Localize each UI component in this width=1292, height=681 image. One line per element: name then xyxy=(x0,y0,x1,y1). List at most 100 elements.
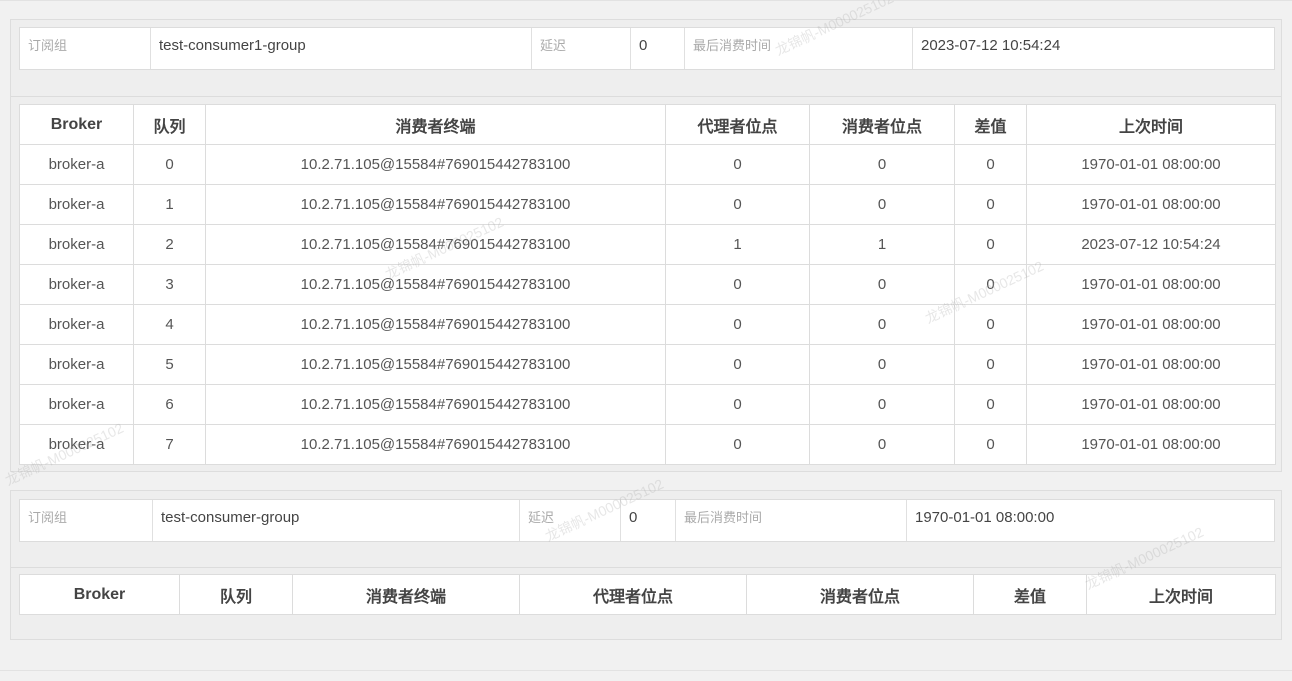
table-row: broker-a 6 10.2.71.105@15584#76901544278… xyxy=(19,384,1276,425)
delay-label: 延迟 xyxy=(532,28,631,69)
cell-client: 10.2.71.105@15584#769015442783100 xyxy=(205,144,666,185)
cell-queue: 3 xyxy=(133,264,206,305)
delay-label: 延迟 xyxy=(520,500,621,541)
last-consume-label: 最后消费时间 xyxy=(676,500,907,541)
table-row: broker-a 0 10.2.71.105@15584#76901544278… xyxy=(19,144,1276,185)
delay-value: 0 xyxy=(621,500,676,541)
cell-queue: 7 xyxy=(133,424,206,465)
cell-last-time: 1970-01-01 08:00:00 xyxy=(1026,344,1276,385)
col-header-client: 消费者终端 xyxy=(205,104,666,145)
cell-client: 10.2.71.105@15584#769015442783100 xyxy=(205,424,666,465)
section-divider xyxy=(11,96,1281,97)
cell-last-time: 1970-01-01 08:00:00 xyxy=(1026,304,1276,345)
cell-consumer-offset: 0 xyxy=(809,184,955,225)
cell-broker: broker-a xyxy=(19,344,134,385)
cell-broker: broker-a xyxy=(19,304,134,345)
col-header-queue: 队列 xyxy=(179,574,293,615)
table-row: broker-a 5 10.2.71.105@15584#76901544278… xyxy=(19,344,1276,385)
col-header-broker: Broker xyxy=(19,104,134,145)
col-header-broker-offset: 代理者位点 xyxy=(665,104,810,145)
cell-client: 10.2.71.105@15584#769015442783100 xyxy=(205,344,666,385)
cell-queue: 2 xyxy=(133,224,206,265)
table-header-row: Broker 队列 消费者终端 代理者位点 消费者位点 差值 上次时间 xyxy=(19,104,1276,145)
cell-consumer-offset: 0 xyxy=(809,304,955,345)
group-name-value: test-consumer-group xyxy=(153,500,520,541)
cell-last-time: 1970-01-01 08:00:00 xyxy=(1026,184,1276,225)
table-row: broker-a 4 10.2.71.105@15584#76901544278… xyxy=(19,304,1276,345)
cell-broker-offset: 0 xyxy=(665,344,810,385)
group-info-bar: 订阅组 test-consumer1-group 延迟 0 最后消费时间 202… xyxy=(19,27,1275,70)
cell-broker: broker-a xyxy=(19,184,134,225)
cell-broker-offset: 0 xyxy=(665,384,810,425)
table-row: broker-a 2 10.2.71.105@15584#76901544278… xyxy=(19,224,1276,265)
table-header-row: Broker 队列 消费者终端 代理者位点 消费者位点 差值 上次时间 xyxy=(19,574,1276,615)
cell-diff: 0 xyxy=(954,224,1027,265)
table-row: broker-a 3 10.2.71.105@15584#76901544278… xyxy=(19,264,1276,305)
cell-broker: broker-a xyxy=(19,424,134,465)
cell-consumer-offset: 0 xyxy=(809,144,955,185)
cell-broker-offset: 0 xyxy=(665,144,810,185)
cell-client: 10.2.71.105@15584#769015442783100 xyxy=(205,224,666,265)
cell-queue: 4 xyxy=(133,304,206,345)
cell-last-time: 1970-01-01 08:00:00 xyxy=(1026,264,1276,305)
queue-table: Broker 队列 消费者终端 代理者位点 消费者位点 差值 上次时间 brok… xyxy=(19,104,1276,465)
cell-consumer-offset: 0 xyxy=(809,384,955,425)
table-row: broker-a 1 10.2.71.105@15584#76901544278… xyxy=(19,184,1276,225)
col-header-consumer-offset: 消费者位点 xyxy=(746,574,974,615)
cell-diff: 0 xyxy=(954,264,1027,305)
cell-queue: 5 xyxy=(133,344,206,385)
delay-value: 0 xyxy=(631,28,685,69)
last-consume-label: 最后消费时间 xyxy=(685,28,913,69)
cell-diff: 0 xyxy=(954,144,1027,185)
cell-last-time: 1970-01-01 08:00:00 xyxy=(1026,424,1276,465)
col-header-last-time: 上次时间 xyxy=(1026,104,1276,145)
cell-last-time: 1970-01-01 08:00:00 xyxy=(1026,144,1276,185)
bottom-divider xyxy=(0,670,1292,671)
cell-diff: 0 xyxy=(954,344,1027,385)
cell-last-time: 1970-01-01 08:00:00 xyxy=(1026,384,1276,425)
cell-queue: 0 xyxy=(133,144,206,185)
cell-broker: broker-a xyxy=(19,144,134,185)
top-divider xyxy=(0,0,1292,1)
cell-broker-offset: 0 xyxy=(665,184,810,225)
last-consume-value: 2023-07-12 10:54:24 xyxy=(921,37,1061,54)
table-row: broker-a 7 10.2.71.105@15584#76901544278… xyxy=(19,424,1276,465)
col-header-broker-offset: 代理者位点 xyxy=(519,574,747,615)
cell-client: 10.2.71.105@15584#769015442783100 xyxy=(205,264,666,305)
cell-broker: broker-a xyxy=(19,384,134,425)
cell-diff: 0 xyxy=(954,184,1027,225)
cell-client: 10.2.71.105@15584#769015442783100 xyxy=(205,184,666,225)
consumer-group-panel: 订阅组 test-consumer-group 延迟 0 最后消费时间 1970… xyxy=(10,490,1282,640)
cell-broker: broker-a xyxy=(19,224,134,265)
cell-diff: 0 xyxy=(954,424,1027,465)
col-header-client: 消费者终端 xyxy=(292,574,520,615)
group-label: 订阅组 xyxy=(20,500,153,541)
col-header-broker: Broker xyxy=(19,574,180,615)
cell-broker-offset: 0 xyxy=(665,424,810,465)
cell-consumer-offset: 0 xyxy=(809,344,955,385)
last-consume-value: 1970-01-01 08:00:00 xyxy=(915,509,1055,526)
queue-table: Broker 队列 消费者终端 代理者位点 消费者位点 差值 上次时间 xyxy=(19,574,1276,615)
cell-consumer-offset: 1 xyxy=(809,224,955,265)
cell-consumer-offset: 0 xyxy=(809,264,955,305)
cell-diff: 0 xyxy=(954,384,1027,425)
cell-diff: 0 xyxy=(954,304,1027,345)
col-header-diff: 差值 xyxy=(954,104,1027,145)
consumer-group-panel: 订阅组 test-consumer1-group 延迟 0 最后消费时间 202… xyxy=(10,19,1282,472)
col-header-last-time: 上次时间 xyxy=(1086,574,1276,615)
cell-broker-offset: 0 xyxy=(665,264,810,305)
cell-queue: 6 xyxy=(133,384,206,425)
cell-broker: broker-a xyxy=(19,264,134,305)
cell-client: 10.2.71.105@15584#769015442783100 xyxy=(205,304,666,345)
col-header-diff: 差值 xyxy=(973,574,1087,615)
group-info-bar: 订阅组 test-consumer-group 延迟 0 最后消费时间 1970… xyxy=(19,499,1275,542)
cell-broker-offset: 0 xyxy=(665,304,810,345)
group-name-value: test-consumer1-group xyxy=(151,28,532,69)
col-header-consumer-offset: 消费者位点 xyxy=(809,104,955,145)
section-divider xyxy=(11,567,1281,568)
cell-consumer-offset: 0 xyxy=(809,424,955,465)
group-label: 订阅组 xyxy=(20,28,151,69)
cell-last-time: 2023-07-12 10:54:24 xyxy=(1026,224,1276,265)
cell-client: 10.2.71.105@15584#769015442783100 xyxy=(205,384,666,425)
col-header-queue: 队列 xyxy=(133,104,206,145)
